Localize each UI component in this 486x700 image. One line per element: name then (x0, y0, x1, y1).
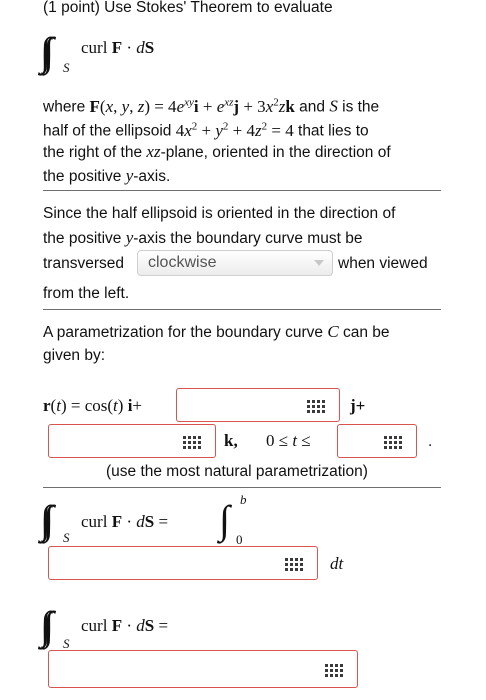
integrand-input[interactable] (48, 546, 318, 580)
k-label: k, (224, 431, 238, 450)
line-integral-equation: ∫∫ S curl F · dS = ∫ b 0 (43, 492, 303, 548)
section1-line-2: the positive y-axis the boundary curve m… (43, 228, 363, 247)
dt-label: dt (330, 554, 344, 573)
final-answer-field[interactable] (49, 651, 357, 687)
divider-3 (43, 487, 441, 488)
period-label: . (428, 433, 433, 450)
integral-expression: curl F · dS (81, 38, 155, 57)
chevron-down-icon[interactable] (306, 251, 332, 275)
t-range-label: 0 ≤ t ≤ (266, 431, 311, 450)
header-text: (1 point) Use Stokes' Theorem to evaluat… (43, 0, 333, 16)
section1-after-select: when viewed (338, 255, 428, 272)
problem-line-2: half of the ellipsoid 4x2 + y2 + 4z2 = 4… (43, 120, 369, 140)
section3-lhs: curl F · dS = (81, 512, 169, 531)
matrix-grid-icon[interactable] (183, 435, 201, 449)
problem-line-3: the right of the xz-plane, oriented in t… (43, 142, 391, 161)
t-upper-bound-field[interactable] (338, 425, 416, 457)
section1-before-select: transversed (43, 255, 124, 272)
matrix-grid-icon[interactable] (384, 435, 402, 449)
integrand-field[interactable] (49, 547, 317, 579)
section2-line-1: A parametrization for the boundary curve… (43, 322, 390, 341)
section1-line-4: from the left. (43, 285, 130, 302)
j-component-input[interactable] (176, 388, 340, 422)
orientation-select[interactable]: clockwise (137, 250, 333, 276)
t-upper-bound-input[interactable] (337, 424, 417, 458)
parametrization-note: (use the most natural parametrization) (106, 463, 368, 480)
single-integral-sign: ∫ (219, 497, 230, 542)
r-of-t-lhs: r(t) = cos(t) i+ (43, 396, 143, 415)
j-plus-label: j+ (350, 396, 366, 415)
integral-subscript: S (63, 530, 70, 545)
matrix-grid-icon[interactable] (307, 399, 325, 413)
section4-lhs: curl F · dS = (81, 616, 169, 635)
problem-line-4: the positive y-axis. (43, 166, 171, 185)
matrix-grid-icon[interactable] (325, 663, 343, 677)
divider-1 (43, 190, 441, 191)
surface-integral: ∫∫ S curl F · dS (43, 30, 243, 80)
integral-subscript: S (63, 60, 70, 75)
section2-line-2: given by: (43, 347, 106, 364)
upper-limit-b: b (240, 492, 247, 507)
problem-header: (1 point) Use Stokes' Theorem to evaluat… (43, 0, 333, 19)
section1-line-1: Since the half ellipsoid is oriented in … (43, 205, 396, 222)
matrix-grid-icon[interactable] (285, 557, 303, 571)
final-integral-equation: ∫∫ S curl F · dS = (43, 604, 243, 654)
orientation-selected-value: clockwise (148, 254, 217, 271)
k-component-input[interactable] (48, 424, 216, 458)
divider-2 (43, 309, 441, 310)
final-answer-input[interactable] (48, 650, 358, 688)
